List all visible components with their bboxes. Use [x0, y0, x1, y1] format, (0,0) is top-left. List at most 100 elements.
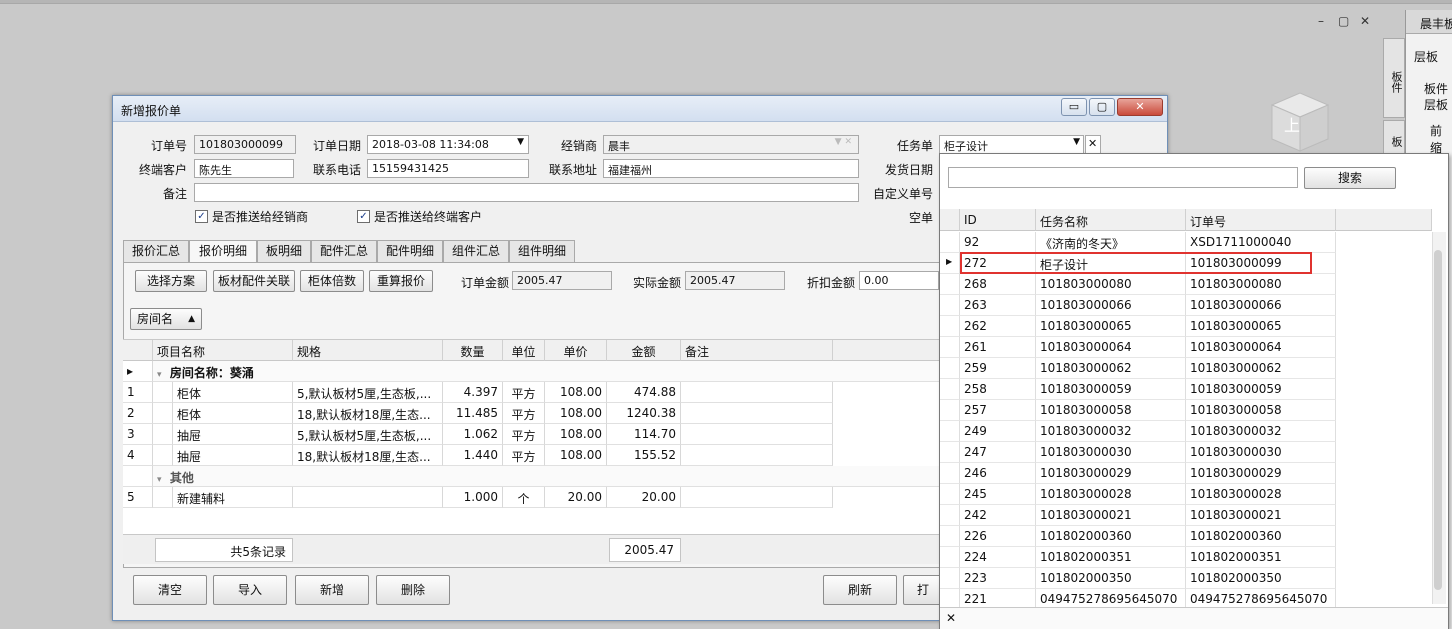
popup-cell-order-no[interactable]: 101802000360 [1186, 526, 1336, 547]
phone-field[interactable]: 15159431425 [367, 159, 529, 178]
popup-cell-id[interactable]: 245 [960, 484, 1036, 505]
cell-unit[interactable]: 平方 [503, 403, 545, 424]
collapse-icon[interactable]: ▾ [157, 475, 162, 485]
board-link-button[interactable]: 板材配件关联 [213, 270, 295, 292]
address-field[interactable]: 福建福州 [603, 159, 859, 178]
app-minimize-icon[interactable]: – [1318, 14, 1324, 28]
popup-cell-task-name[interactable]: 101803000030 [1036, 442, 1186, 463]
import-button[interactable]: 导入 [213, 575, 287, 605]
popup-cell-task-name[interactable]: 101803000032 [1036, 421, 1186, 442]
cell-spec[interactable]: 18,默认板材18厘,生态... [293, 445, 443, 466]
order-date-field[interactable]: 2018-03-08 11:34:08 ▼ [367, 135, 529, 154]
grid-header-qty[interactable]: 数量 [443, 340, 503, 361]
app-maximize-icon[interactable]: ▢ [1338, 14, 1349, 28]
cell-remark[interactable] [681, 382, 833, 403]
order-amount-field[interactable]: 2005.47 [512, 271, 612, 290]
select-plan-button[interactable]: 选择方案 [135, 270, 207, 292]
order-no-field[interactable]: 101803000099 [194, 135, 296, 154]
popup-cell-order-no[interactable]: 101803000080 [1186, 274, 1336, 295]
cell-unit[interactable]: 平方 [503, 445, 545, 466]
tab-component-detail[interactable]: 组件明细 [509, 240, 575, 262]
popup-close-icon[interactable]: ✕ [946, 611, 956, 625]
popup-header-order-no[interactable]: 订单号 [1186, 209, 1336, 231]
collapse-icon[interactable]: ▾ [157, 370, 162, 380]
popup-cell-order-no[interactable]: 101803000064 [1186, 337, 1336, 358]
tab-fitting-detail[interactable]: 配件明细 [377, 240, 443, 262]
cell-qty[interactable]: 1.000 [443, 487, 503, 508]
cell-qty[interactable]: 11.485 [443, 403, 503, 424]
popup-cell-task-name[interactable]: 101803000029 [1036, 463, 1186, 484]
cell-amount[interactable]: 20.00 [607, 487, 681, 508]
refresh-button[interactable]: 刷新 [823, 575, 897, 605]
side-tab-2[interactable]: 板 [1383, 120, 1405, 154]
popup-cell-order-no[interactable]: 101803000021 [1186, 505, 1336, 526]
tab-board-detail[interactable]: 板明细 [257, 240, 311, 262]
popup-header-task-name[interactable]: 任务名称 [1036, 209, 1186, 231]
cell-unit[interactable]: 平方 [503, 424, 545, 445]
remark-field[interactable] [194, 183, 859, 202]
grid-header-unit[interactable]: 单位 [503, 340, 545, 361]
maximize-button[interactable]: ▢ [1089, 98, 1115, 116]
popup-cell-id[interactable]: 223 [960, 568, 1036, 589]
dealer-dropdown-icon[interactable]: ▼ ✕ [835, 137, 852, 147]
task-field[interactable]: 柜子设计 ▼ [939, 135, 1084, 154]
right-panel-tab[interactable]: 层板 [1414, 48, 1438, 65]
popup-cell-id[interactable]: 263 [960, 295, 1036, 316]
recalculate-button[interactable]: 重算报价 [369, 270, 433, 292]
grid-header-price[interactable]: 单价 [545, 340, 607, 361]
popup-cell-order-no[interactable]: 101803000032 [1186, 421, 1336, 442]
cell-spec[interactable]: 18,默认板材18厘,生态... [293, 403, 443, 424]
cell-remark[interactable] [681, 445, 833, 466]
sort-asc-icon[interactable]: ▲ [188, 309, 195, 329]
discount-field[interactable]: 0.00 [859, 271, 939, 290]
push-customer-checkbox[interactable]: ✓ [357, 210, 370, 223]
popup-cell-order-no[interactable]: 101803000029 [1186, 463, 1336, 484]
cell-spec[interactable] [293, 487, 443, 508]
popup-cell-order-no[interactable]: 101802000351 [1186, 547, 1336, 568]
popup-cell-id[interactable]: 272 [960, 253, 1036, 274]
tab-quote-detail[interactable]: 报价明细 [189, 240, 257, 263]
popup-cell-order-no[interactable]: 101803000062 [1186, 358, 1336, 379]
popup-cell-task-name[interactable]: 101803000066 [1036, 295, 1186, 316]
cell-amount[interactable]: 114.70 [607, 424, 681, 445]
cell-remark[interactable] [681, 487, 833, 508]
group-by-chip[interactable]: 房间名 ▲ [130, 308, 202, 330]
grid-header-name[interactable]: 项目名称 [153, 340, 293, 361]
clear-button[interactable]: 清空 [133, 575, 207, 605]
tab-component-summary[interactable]: 组件汇总 [443, 240, 509, 262]
popup-cell-id[interactable]: 92 [960, 232, 1036, 253]
popup-cell-order-no[interactable]: 101803000058 [1186, 400, 1336, 421]
popup-cell-id[interactable]: 247 [960, 442, 1036, 463]
popup-cell-task-name[interactable]: 柜子设计 [1036, 253, 1186, 274]
cell-name[interactable]: 新建辅料 [173, 487, 293, 508]
popup-cell-id[interactable]: 268 [960, 274, 1036, 295]
cell-price[interactable]: 108.00 [545, 424, 607, 445]
cell-amount[interactable]: 1240.38 [607, 403, 681, 424]
popup-cell-task-name[interactable]: 101803000080 [1036, 274, 1186, 295]
actual-amount-field[interactable]: 2005.47 [685, 271, 785, 290]
grid-header-remark[interactable]: 备注 [681, 340, 833, 361]
minimize-button[interactable]: ▭ [1061, 98, 1087, 116]
popup-cell-order-no[interactable]: 101803000065 [1186, 316, 1336, 337]
popup-cell-task-name[interactable]: 101803000021 [1036, 505, 1186, 526]
popup-cell-order-no[interactable]: 101803000030 [1186, 442, 1336, 463]
print-button[interactable]: 打 [903, 575, 943, 605]
cell-qty[interactable]: 4.397 [443, 382, 503, 403]
cell-name[interactable]: 抽屉 [173, 445, 293, 466]
side-tab-board[interactable]: 板件 [1383, 38, 1405, 118]
popup-cell-id[interactable]: 249 [960, 421, 1036, 442]
customer-field[interactable]: 陈先生 [194, 159, 294, 178]
popup-cell-task-name[interactable]: 101802000351 [1036, 547, 1186, 568]
popup-cell-id[interactable]: 258 [960, 379, 1036, 400]
cell-price[interactable]: 108.00 [545, 445, 607, 466]
cell-spec[interactable]: 5,默认板材5厘,生态板,... [293, 382, 443, 403]
popup-cell-id[interactable]: 261 [960, 337, 1036, 358]
cell-price[interactable]: 20.00 [545, 487, 607, 508]
popup-cell-id[interactable]: 242 [960, 505, 1036, 526]
delete-button[interactable]: 删除 [376, 575, 450, 605]
cell-name[interactable]: 抽屉 [173, 424, 293, 445]
popup-cell-task-name[interactable]: 101802000360 [1036, 526, 1186, 547]
app-close-icon[interactable]: ✕ [1360, 14, 1370, 28]
popup-cell-task-name[interactable]: 101803000064 [1036, 337, 1186, 358]
popup-cell-order-no[interactable]: 101803000099 [1186, 253, 1336, 274]
